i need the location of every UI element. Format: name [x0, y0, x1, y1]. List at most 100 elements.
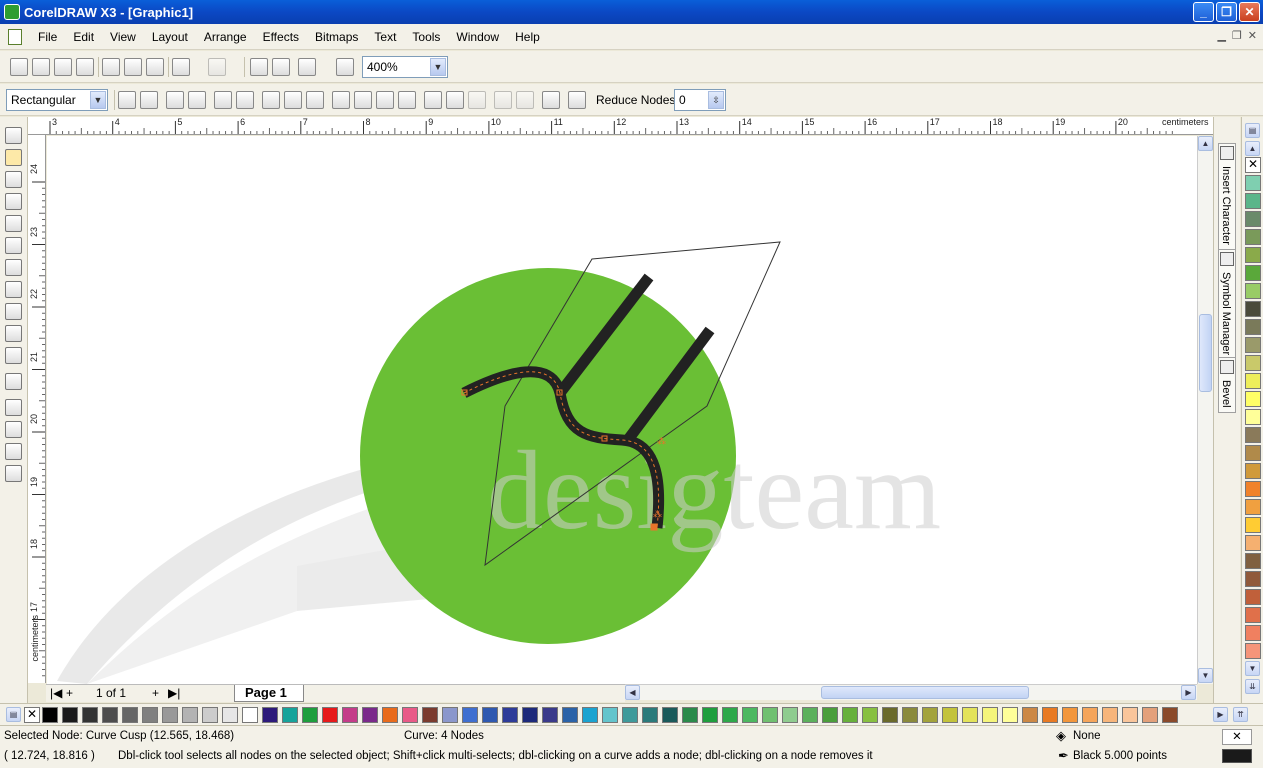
color-swatch[interactable]: [562, 707, 578, 723]
chevron-down-icon[interactable]: ▼: [430, 58, 446, 76]
undo-icon[interactable]: [172, 58, 190, 76]
color-swatch[interactable]: [1245, 589, 1261, 605]
palette-scroll-up-icon[interactable]: ▲: [1245, 141, 1260, 156]
color-swatch[interactable]: [1022, 707, 1038, 723]
palette-menu-icon[interactable]: ▤: [1245, 123, 1260, 138]
drawing-canvas[interactable]: desigteam ⁂ ⁂: [47, 136, 1197, 684]
color-swatch[interactable]: [1245, 391, 1261, 407]
doc-close-icon[interactable]: ✕: [1248, 29, 1257, 42]
vertical-ruler[interactable]: 24 23 22 21 20 19 18 17 centimeters: [28, 135, 46, 683]
menu-tools[interactable]: Tools: [404, 30, 448, 44]
select-all-nodes-icon[interactable]: [568, 91, 586, 109]
scroll-up-icon[interactable]: ▲: [1198, 136, 1213, 151]
color-swatch[interactable]: [1245, 643, 1261, 659]
coreldraw-app-icon[interactable]: [4, 4, 20, 20]
color-swatch[interactable]: [902, 707, 918, 723]
color-swatch[interactable]: [1245, 229, 1261, 245]
color-swatch[interactable]: [742, 707, 758, 723]
color-swatch[interactable]: [442, 707, 458, 723]
color-swatch[interactable]: [522, 707, 538, 723]
color-swatch[interactable]: [1082, 707, 1098, 723]
scroll-down-icon[interactable]: ▼: [1198, 668, 1213, 683]
palette-scroll-right-icon[interactable]: ▶: [1213, 707, 1228, 722]
color-swatch[interactable]: [1245, 409, 1261, 425]
smart-fill-tool-icon[interactable]: [5, 237, 22, 254]
rectangle-tool-icon[interactable]: [5, 259, 22, 276]
color-swatch[interactable]: [382, 707, 398, 723]
color-swatch[interactable]: [42, 707, 58, 723]
docker-tab-insert-character[interactable]: Insert Character: [1218, 143, 1236, 250]
no-fill-swatch[interactable]: ✕: [1245, 157, 1261, 173]
horizontal-ruler[interactable]: 3 4 5 6 7 8 9 10 11 12 13 14 15 16 17 18 19 20 centimeter…: [28, 117, 1213, 135]
text-tool-icon[interactable]: [5, 347, 22, 364]
redo-icon[interactable]: [208, 58, 226, 76]
docker-tab-bevel[interactable]: Bevel: [1218, 357, 1236, 413]
interactive-fill-tool-icon[interactable]: [5, 465, 22, 482]
vertical-scroll-thumb[interactable]: [1199, 314, 1212, 392]
color-swatch[interactable]: [1245, 499, 1261, 515]
color-swatch[interactable]: [1245, 211, 1261, 227]
last-page-icon[interactable]: ▶|: [168, 686, 180, 700]
color-swatch[interactable]: [1042, 707, 1058, 723]
to-curve-icon[interactable]: [236, 91, 254, 109]
extend-curve-icon[interactable]: [354, 91, 372, 109]
scroll-right-icon[interactable]: ▶: [1181, 685, 1196, 700]
color-swatch[interactable]: [1245, 319, 1261, 335]
crop-tool-icon[interactable]: [5, 171, 22, 188]
auto-close-icon[interactable]: [398, 91, 416, 109]
menu-help[interactable]: Help: [507, 30, 548, 44]
add-page-before-icon[interactable]: +: [66, 686, 73, 700]
palette-expand-icon[interactable]: ⇊: [1245, 679, 1260, 694]
basic-shapes-tool-icon[interactable]: [5, 325, 22, 342]
color-swatch[interactable]: [822, 707, 838, 723]
menu-file[interactable]: File: [30, 30, 65, 44]
color-swatch[interactable]: [1062, 707, 1078, 723]
print-icon[interactable]: [76, 58, 94, 76]
pick-tool-icon[interactable]: [5, 127, 22, 144]
horizontal-scroll-thumb[interactable]: [821, 686, 1029, 699]
menu-effects[interactable]: Effects: [255, 30, 307, 44]
menu-text[interactable]: Text: [366, 30, 404, 44]
color-swatch[interactable]: [1245, 571, 1261, 587]
outline-swatch-black[interactable]: [1222, 749, 1252, 763]
color-swatch[interactable]: [1245, 445, 1261, 461]
docker-tab-symbol-manager[interactable]: Symbol Manager: [1218, 249, 1236, 361]
fill-tool-icon[interactable]: [5, 443, 22, 460]
color-swatch[interactable]: [302, 707, 318, 723]
menu-layout[interactable]: Layout: [144, 30, 196, 44]
color-swatch[interactable]: [322, 707, 338, 723]
color-swatch[interactable]: [342, 707, 358, 723]
color-swatch[interactable]: [242, 707, 258, 723]
add-page-after-icon[interactable]: +: [152, 686, 159, 700]
color-swatch[interactable]: [82, 707, 98, 723]
minimize-button[interactable]: _: [1193, 2, 1214, 22]
paste-icon[interactable]: [146, 58, 164, 76]
no-fill-swatch[interactable]: ✕: [24, 707, 40, 723]
reduce-nodes-spinner[interactable]: 0 ⇳: [674, 89, 726, 111]
cut-icon[interactable]: [102, 58, 120, 76]
color-swatch[interactable]: [1245, 301, 1261, 317]
color-swatch[interactable]: [862, 707, 878, 723]
smooth-node-icon[interactable]: [284, 91, 302, 109]
color-swatch[interactable]: [1245, 517, 1261, 533]
corel-online-icon[interactable]: [336, 58, 354, 76]
color-swatch[interactable]: [762, 707, 778, 723]
color-swatch[interactable]: [982, 707, 998, 723]
color-swatch[interactable]: [1245, 463, 1261, 479]
color-swatch[interactable]: [1245, 481, 1261, 497]
color-swatch[interactable]: [222, 707, 238, 723]
close-button[interactable]: ✕: [1239, 2, 1260, 22]
delete-node-icon[interactable]: [140, 91, 158, 109]
eyedropper-tool-icon[interactable]: [5, 399, 22, 416]
stretch-nodes-icon[interactable]: [424, 91, 442, 109]
import-icon[interactable]: [250, 58, 268, 76]
palette-menu-icon[interactable]: ▤: [6, 707, 21, 722]
document-icon[interactable]: [8, 28, 22, 45]
scroll-left-icon[interactable]: ◀: [625, 685, 640, 700]
color-swatch[interactable]: [622, 707, 638, 723]
color-swatch[interactable]: [1245, 247, 1261, 263]
break-curve-icon[interactable]: [188, 91, 206, 109]
join-nodes-icon[interactable]: [166, 91, 184, 109]
color-swatch[interactable]: [62, 707, 78, 723]
fill-swatch-none[interactable]: ✕: [1222, 729, 1252, 745]
